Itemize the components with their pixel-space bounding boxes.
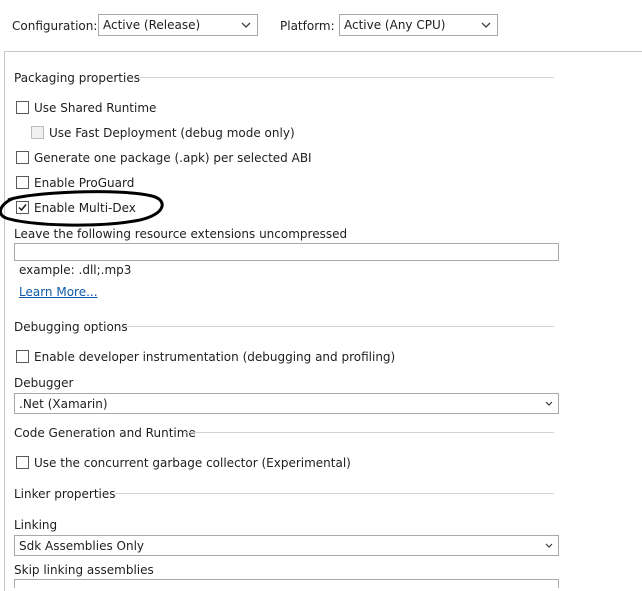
use-fast-deployment-label: Use Fast Deployment (debug mode only) bbox=[49, 126, 295, 140]
chevron-down-icon bbox=[545, 543, 553, 548]
use-shared-runtime-label: Use Shared Runtime bbox=[34, 101, 157, 115]
generate-one-package-label: Generate one package (.apk) per selected… bbox=[34, 151, 312, 165]
enable-instrumentation-label: Enable developer instrumentation (debugg… bbox=[34, 350, 396, 364]
platform-dropdown[interactable]: Active (Any CPU) bbox=[339, 14, 498, 36]
debugger-dropdown[interactable]: .Net (Xamarin) bbox=[14, 393, 559, 414]
section-divider bbox=[125, 326, 554, 327]
debugging-heading: Debugging options bbox=[14, 320, 128, 334]
section-divider bbox=[136, 77, 554, 78]
chevron-down-icon bbox=[241, 22, 251, 28]
configuration-dropdown[interactable]: Active (Release) bbox=[98, 14, 258, 36]
enable-instrumentation-checkbox[interactable] bbox=[16, 350, 29, 363]
uncompressed-label: Leave the following resource extensions … bbox=[14, 227, 348, 241]
use-fast-deployment-checkbox[interactable] bbox=[31, 126, 44, 139]
chevron-down-icon bbox=[545, 401, 553, 406]
annotation-ellipse bbox=[0, 190, 164, 227]
platform-label: Platform: bbox=[280, 19, 335, 33]
linker-heading: Linker properties bbox=[14, 487, 116, 501]
chevron-down-icon bbox=[481, 22, 491, 28]
skip-linking-label: Skip linking assemblies bbox=[14, 563, 154, 577]
section-divider bbox=[115, 493, 554, 494]
configuration-label-text: Configuration: bbox=[12, 19, 98, 33]
uncompressed-extensions-input[interactable] bbox=[14, 243, 559, 261]
debugger-label: Debugger bbox=[14, 376, 74, 390]
codegen-heading: Code Generation and Runtime bbox=[14, 426, 196, 440]
concurrent-gc-checkbox[interactable] bbox=[16, 456, 29, 469]
concurrent-gc-label: Use the concurrent garbage collector (Ex… bbox=[34, 456, 351, 470]
configuration-value: Active (Release) bbox=[103, 18, 201, 32]
use-shared-runtime-checkbox[interactable] bbox=[16, 101, 29, 114]
packaging-heading: Packaging properties bbox=[14, 71, 140, 85]
generate-one-package-checkbox[interactable] bbox=[16, 151, 29, 164]
example-text: example: .dll;.mp3 bbox=[19, 263, 132, 277]
section-divider bbox=[185, 432, 554, 433]
platform-value: Active (Any CPU) bbox=[344, 18, 446, 32]
learn-more-link[interactable]: Learn More... bbox=[19, 285, 98, 299]
linking-label: Linking bbox=[14, 518, 58, 532]
linking-dropdown[interactable]: Sdk Assemblies Only bbox=[14, 535, 559, 556]
linking-value: Sdk Assemblies Only bbox=[19, 539, 145, 553]
configuration-label: Configuration: bbox=[12, 19, 97, 33]
skip-linking-input[interactable] bbox=[14, 579, 559, 588]
debugger-value: .Net (Xamarin) bbox=[19, 397, 108, 411]
